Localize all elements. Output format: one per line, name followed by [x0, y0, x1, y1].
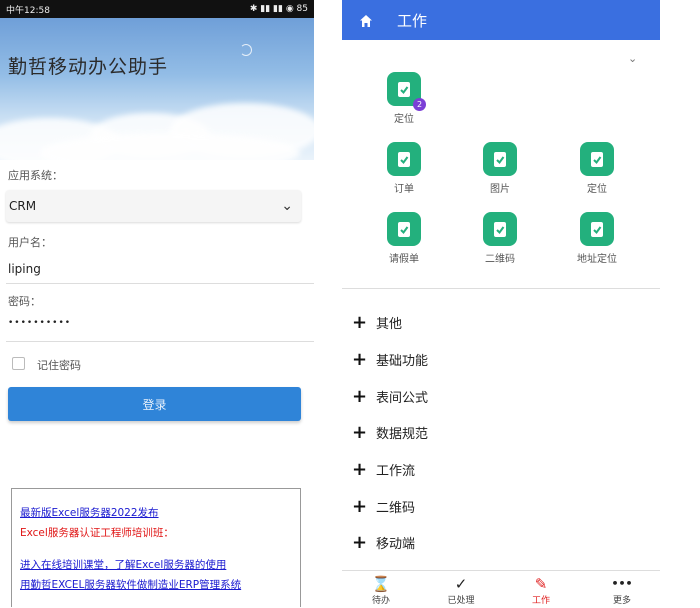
app-title: 勤哲移动办公助手	[8, 56, 169, 78]
tab-label: 已处理	[447, 596, 475, 606]
status-time: 中午12:58	[6, 5, 50, 16]
password-label: 密码：	[8, 295, 41, 308]
clipboard-icon	[483, 212, 517, 246]
tile-label: 地址定位	[577, 254, 617, 265]
hero-sky-image	[0, 18, 314, 160]
status-icons: ✱ ▮▮ ▮▮ ◉ 85	[249, 4, 308, 14]
plus-icon: +	[352, 531, 368, 553]
check-icon: ✓	[454, 575, 468, 593]
hourglass-icon: ⌛	[371, 575, 391, 593]
password-field[interactable]: ••••••••••	[8, 318, 71, 328]
tab-label: 待办	[371, 596, 390, 606]
header-title: 工作	[397, 11, 428, 30]
notice-training: Excel服务器认证工程师培训班：	[20, 527, 174, 539]
tile-label: 二维码	[485, 254, 515, 265]
clipboard-icon	[483, 142, 517, 176]
category-basic[interactable]: + 基础功能	[352, 345, 428, 373]
app-system-select[interactable]: CRM ⌄	[6, 190, 301, 222]
category-other[interactable]: + 其他	[352, 308, 402, 336]
tab-more[interactable]: ••• 更多	[597, 575, 647, 606]
clipboard-icon	[580, 212, 614, 246]
plus-icon: +	[352, 495, 368, 517]
section-divider	[342, 288, 660, 289]
home-icon[interactable]	[359, 13, 373, 27]
app-system-label: 应用系统：	[8, 169, 63, 182]
tab-label: 更多	[612, 596, 631, 606]
login-screen: 中午12:58 ✱ ▮▮ ▮▮ ◉ 85 勤哲移动办公助手 应用系统： CRM …	[0, 0, 314, 607]
clipboard-icon	[580, 142, 614, 176]
category-label: 移动端	[376, 536, 416, 552]
category-label: 二维码	[376, 500, 416, 516]
tab-work[interactable]: ✎ 工作	[516, 575, 566, 606]
tile-leave-request[interactable]: 请假单	[374, 212, 434, 265]
notice-link-erp[interactable]: 用勤哲EXCEL服务器软件做制造业ERP管理系统	[20, 575, 292, 595]
plus-icon: +	[352, 385, 368, 407]
category-label: 工作流	[376, 463, 416, 479]
tile-order[interactable]: 订单	[374, 142, 434, 195]
chevron-down-icon: ⌄	[281, 198, 293, 214]
category-data-spec[interactable]: + 数据规范	[352, 418, 428, 446]
clipboard-icon	[387, 212, 421, 246]
username-field[interactable]: liping	[8, 262, 41, 276]
clipboard-icon: 2	[387, 72, 426, 111]
category-label: 表间公式	[376, 390, 429, 406]
category-mobile[interactable]: + 移动端	[352, 528, 415, 556]
badge-count: 2	[413, 98, 426, 111]
category-formula[interactable]: + 表间公式	[352, 382, 428, 410]
bottom-tab-bar: ⌛ 待办 ✓ 已处理 ✎ 工作 ••• 更多	[342, 570, 660, 608]
notice-link-release[interactable]: 最新版Excel服务器2022发布	[20, 503, 292, 523]
work-screen: 工作 ⌄ 2 定位 订单 图片 定位 请假单 二维码 地址定位 + 其他 + 基…	[342, 0, 660, 608]
tile-panel: ⌄ 2 定位 订单 图片 定位 请假单 二维码 地址定位	[342, 40, 660, 288]
pencil-icon: ✎	[534, 575, 548, 593]
tile-label: 定位	[394, 114, 414, 125]
category-label: 其他	[376, 316, 403, 332]
tile-address-location[interactable]: 地址定位	[567, 212, 627, 265]
category-label: 基础功能	[376, 353, 429, 369]
login-button-label: 登录	[142, 397, 167, 412]
tab-todo[interactable]: ⌛ 待办	[356, 575, 406, 606]
category-workflow[interactable]: + 工作流	[352, 455, 415, 483]
tile-location[interactable]: 2 定位	[374, 72, 434, 125]
header-bar: 工作	[342, 0, 660, 40]
login-button[interactable]: 登录	[8, 387, 301, 421]
moon-icon	[240, 44, 252, 56]
remember-checkbox[interactable]	[12, 357, 25, 370]
chevron-down-icon[interactable]: ⌄	[628, 52, 637, 65]
tile-location-2[interactable]: 定位	[567, 142, 627, 195]
plus-icon: +	[352, 311, 368, 333]
app-system-value: CRM	[9, 199, 37, 213]
tile-label: 请假单	[389, 254, 419, 265]
username-label: 用户名：	[8, 236, 52, 249]
password-underline	[6, 341, 314, 342]
plus-icon: +	[352, 421, 368, 443]
plus-icon: +	[352, 348, 368, 370]
tile-label: 定位	[587, 184, 607, 195]
plus-icon: +	[352, 458, 368, 480]
tab-label: 工作	[531, 596, 550, 606]
notice-link-classroom[interactable]: 进入在线培训课堂，了解Excel服务器的使用	[20, 555, 292, 575]
tile-label: 图片	[490, 184, 510, 195]
remember-label: 记住密码	[37, 359, 81, 372]
more-dots-icon: •••	[611, 577, 633, 590]
category-qrcode[interactable]: + 二维码	[352, 492, 415, 520]
tile-label: 订单	[394, 184, 414, 195]
username-underline	[6, 283, 314, 284]
clipboard-icon	[387, 142, 421, 176]
notice-box: 最新版Excel服务器2022发布 Excel服务器认证工程师培训班： 进入在线…	[11, 488, 301, 607]
tile-qrcode[interactable]: 二维码	[470, 212, 530, 265]
status-bar: 中午12:58 ✱ ▮▮ ▮▮ ◉ 85	[0, 0, 314, 18]
category-label: 数据规范	[376, 426, 429, 442]
tile-picture[interactable]: 图片	[470, 142, 530, 195]
tab-processed[interactable]: ✓ 已处理	[436, 575, 486, 606]
